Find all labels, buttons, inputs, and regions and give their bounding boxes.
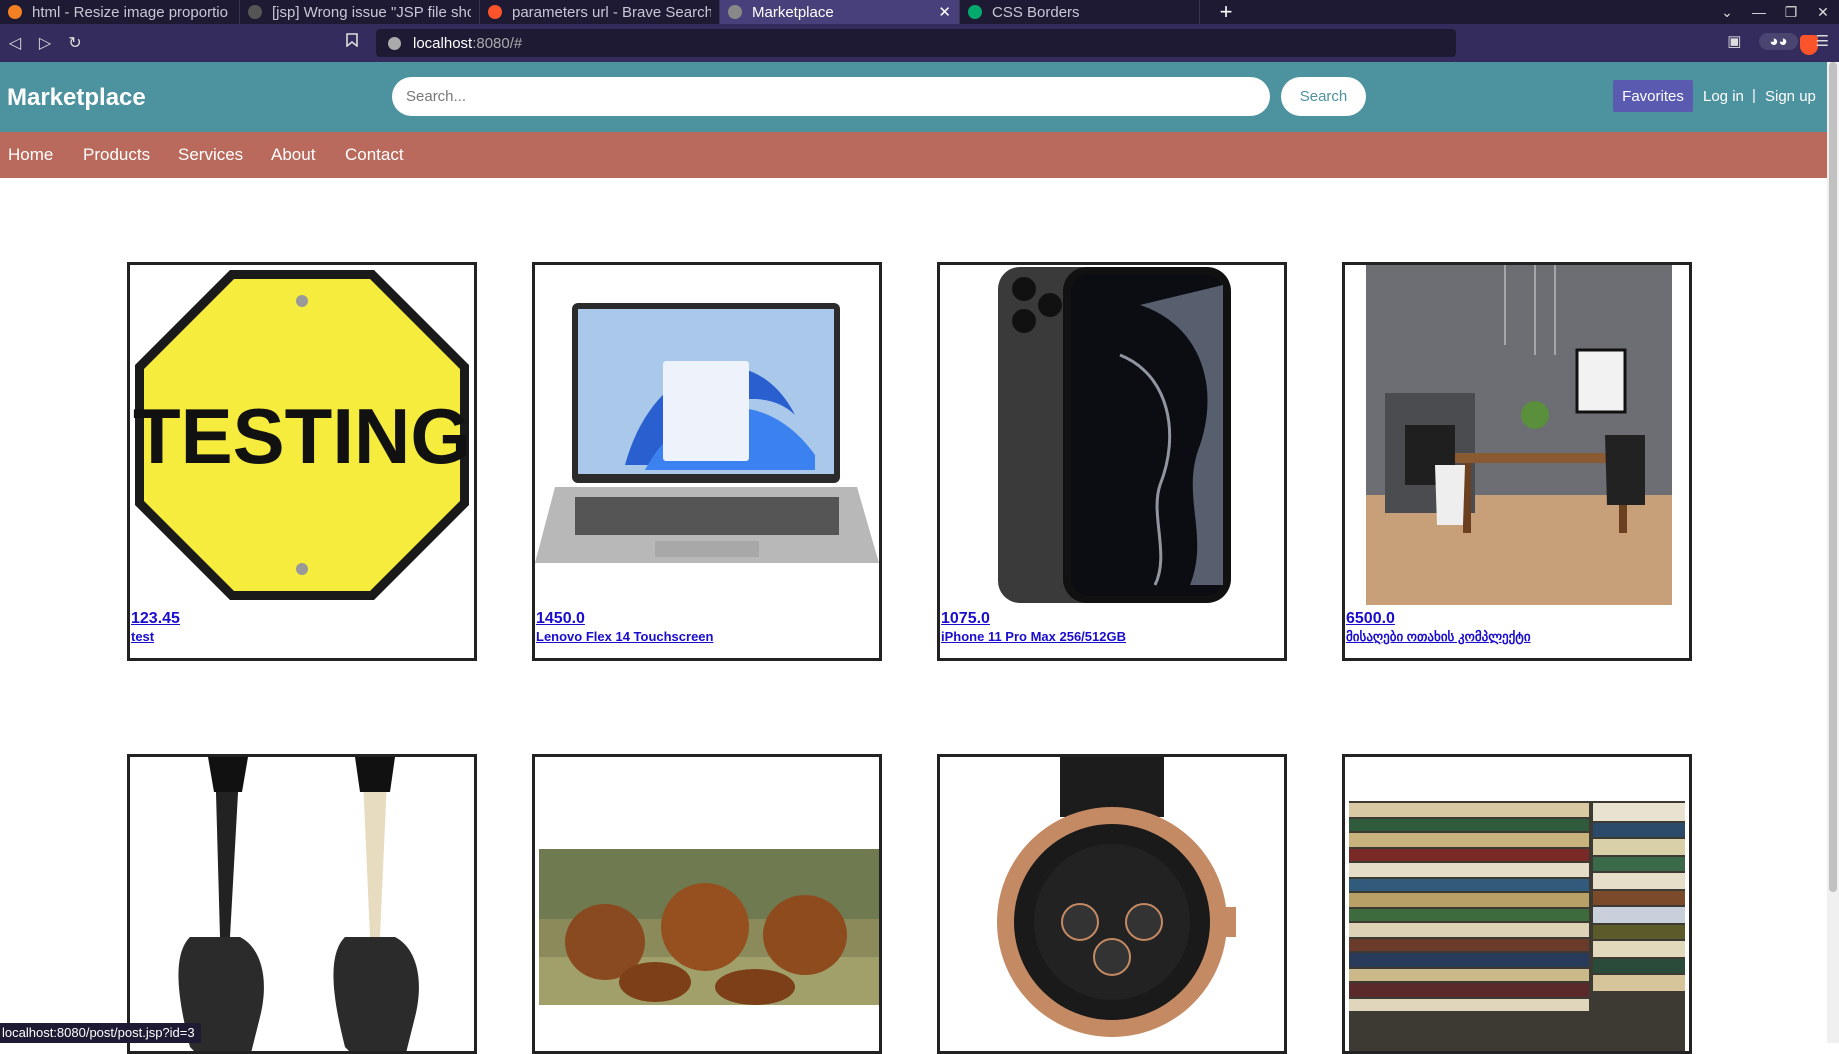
product-price[interactable]: 1450.0 — [536, 610, 585, 628]
minimize-icon[interactable]: — — [1743, 4, 1775, 20]
address-bar: ◁ ▷ ↻ localhost:8080/# ▣ ◕◕ ☰ — [0, 24, 1839, 62]
product-image-dining-room[interactable] — [1345, 265, 1689, 605]
close-window-icon[interactable]: ✕ — [1807, 4, 1839, 21]
product-title[interactable]: Lenovo Flex 14 Touchscreen — [536, 629, 713, 644]
product-price[interactable]: 1075.0 — [941, 610, 990, 628]
product-price[interactable]: 6500.0 — [1346, 610, 1395, 628]
sidebar-icon[interactable]: ▣ — [1727, 32, 1741, 50]
product-image-watch[interactable] — [940, 757, 1284, 1051]
product-card[interactable] — [1342, 754, 1692, 1054]
browser-toolbar-right: ▣ ◕◕ ☰ — [1727, 32, 1829, 50]
scrollbar-thumb[interactable] — [1829, 62, 1837, 892]
reload-icon[interactable]: ↻ — [60, 33, 90, 53]
url-host: localhost — [413, 34, 473, 52]
testing-sign-text: TESTING — [133, 392, 471, 480]
tab-2[interactable]: parameters url - Brave Search — [480, 0, 720, 24]
brave-search-icon — [488, 5, 502, 19]
tab-label: CSS Borders — [992, 3, 1080, 21]
window-controls: ⌄ — ❐ ✕ — [1711, 0, 1839, 24]
new-tab-plus-icon[interactable]: + — [1214, 0, 1238, 25]
tab-label: parameters url - Brave Search — [512, 3, 711, 21]
status-url: localhost:8080/post/post.jsp?id=3 — [0, 1023, 201, 1043]
product-image-guitars[interactable] — [130, 757, 474, 1051]
stackoverflow-icon — [8, 5, 22, 19]
back-icon[interactable]: ◁ — [0, 33, 30, 53]
globe-icon — [728, 5, 742, 19]
product-card[interactable] — [127, 754, 477, 1054]
info-icon[interactable] — [388, 36, 401, 50]
tab-label: [jsp] Wrong issue "JSP file sho — [272, 3, 471, 21]
browser-tab-bar: html - Resize image proportio [jsp] Wron… — [0, 0, 1839, 24]
product-card[interactable] — [937, 754, 1287, 1054]
product-price[interactable]: 123.45 — [131, 610, 180, 628]
github-icon — [248, 5, 262, 19]
product-image-puppies[interactable] — [535, 757, 879, 1051]
nav-contact[interactable]: Contact — [345, 145, 404, 165]
product-card[interactable]: 1075.0 iPhone 11 Pro Max 256/512GB — [937, 262, 1287, 661]
tab-1[interactable]: [jsp] Wrong issue "JSP file sho — [240, 0, 480, 24]
tab-4[interactable]: CSS Borders — [960, 0, 1200, 24]
site-header: Marketplace Search Favorites Log in | Si… — [0, 62, 1827, 132]
product-card[interactable]: 1450.0 Lenovo Flex 14 Touchscreen — [532, 262, 882, 661]
product-title[interactable]: test — [131, 629, 154, 644]
product-image-laptop[interactable] — [535, 265, 879, 605]
url-field[interactable]: localhost:8080/# — [376, 29, 1818, 57]
tab-3[interactable]: Marketplace ✕ — [720, 0, 960, 24]
chevron-down-icon[interactable]: ⌄ — [1711, 4, 1743, 21]
product-title[interactable]: მისაღები ოთახის კომპლექტი — [1346, 629, 1531, 645]
product-image-books[interactable] — [1345, 757, 1689, 1051]
nav-about[interactable]: About — [271, 145, 315, 165]
tab-0[interactable]: html - Resize image proportio — [0, 0, 240, 24]
tab-label: html - Resize image proportio — [32, 3, 228, 21]
url-path: :8080/# — [472, 34, 523, 52]
page-scrollbar[interactable] — [1827, 62, 1839, 1043]
w3schools-icon — [968, 5, 982, 19]
forward-icon[interactable]: ▷ — [30, 33, 60, 53]
separator: | — [1752, 87, 1756, 104]
bookmark-icon[interactable] — [346, 33, 358, 52]
maximize-icon[interactable]: ❐ — [1775, 4, 1807, 21]
product-card[interactable]: TESTING 123.45 test — [127, 262, 477, 661]
favorites-button[interactable]: Favorites — [1613, 80, 1693, 112]
main-nav: Home Products Services About Contact — [0, 132, 1827, 178]
signup-link[interactable]: Sign up — [1765, 88, 1816, 105]
tab-label: Marketplace — [752, 3, 834, 21]
product-title[interactable]: iPhone 11 Pro Max 256/512GB — [941, 629, 1126, 644]
nav-services[interactable]: Services — [178, 145, 243, 165]
product-card[interactable] — [532, 754, 882, 1054]
product-image-iphone[interactable] — [940, 265, 1284, 605]
search-input[interactable] — [392, 77, 1270, 116]
product-image-testing-sign[interactable]: TESTING — [130, 265, 474, 605]
site-logo[interactable]: Marketplace — [7, 84, 146, 112]
product-card[interactable]: 6500.0 მისაღები ოთახის კომპლექტი — [1342, 262, 1692, 661]
login-link[interactable]: Log in — [1703, 88, 1744, 105]
search-button[interactable]: Search — [1281, 77, 1366, 116]
private-glasses-icon[interactable]: ◕◕ — [1759, 32, 1798, 50]
menu-icon[interactable]: ☰ — [1816, 32, 1829, 50]
nav-home[interactable]: Home — [8, 145, 53, 165]
nav-products[interactable]: Products — [83, 145, 150, 165]
close-icon[interactable]: ✕ — [938, 3, 951, 21]
